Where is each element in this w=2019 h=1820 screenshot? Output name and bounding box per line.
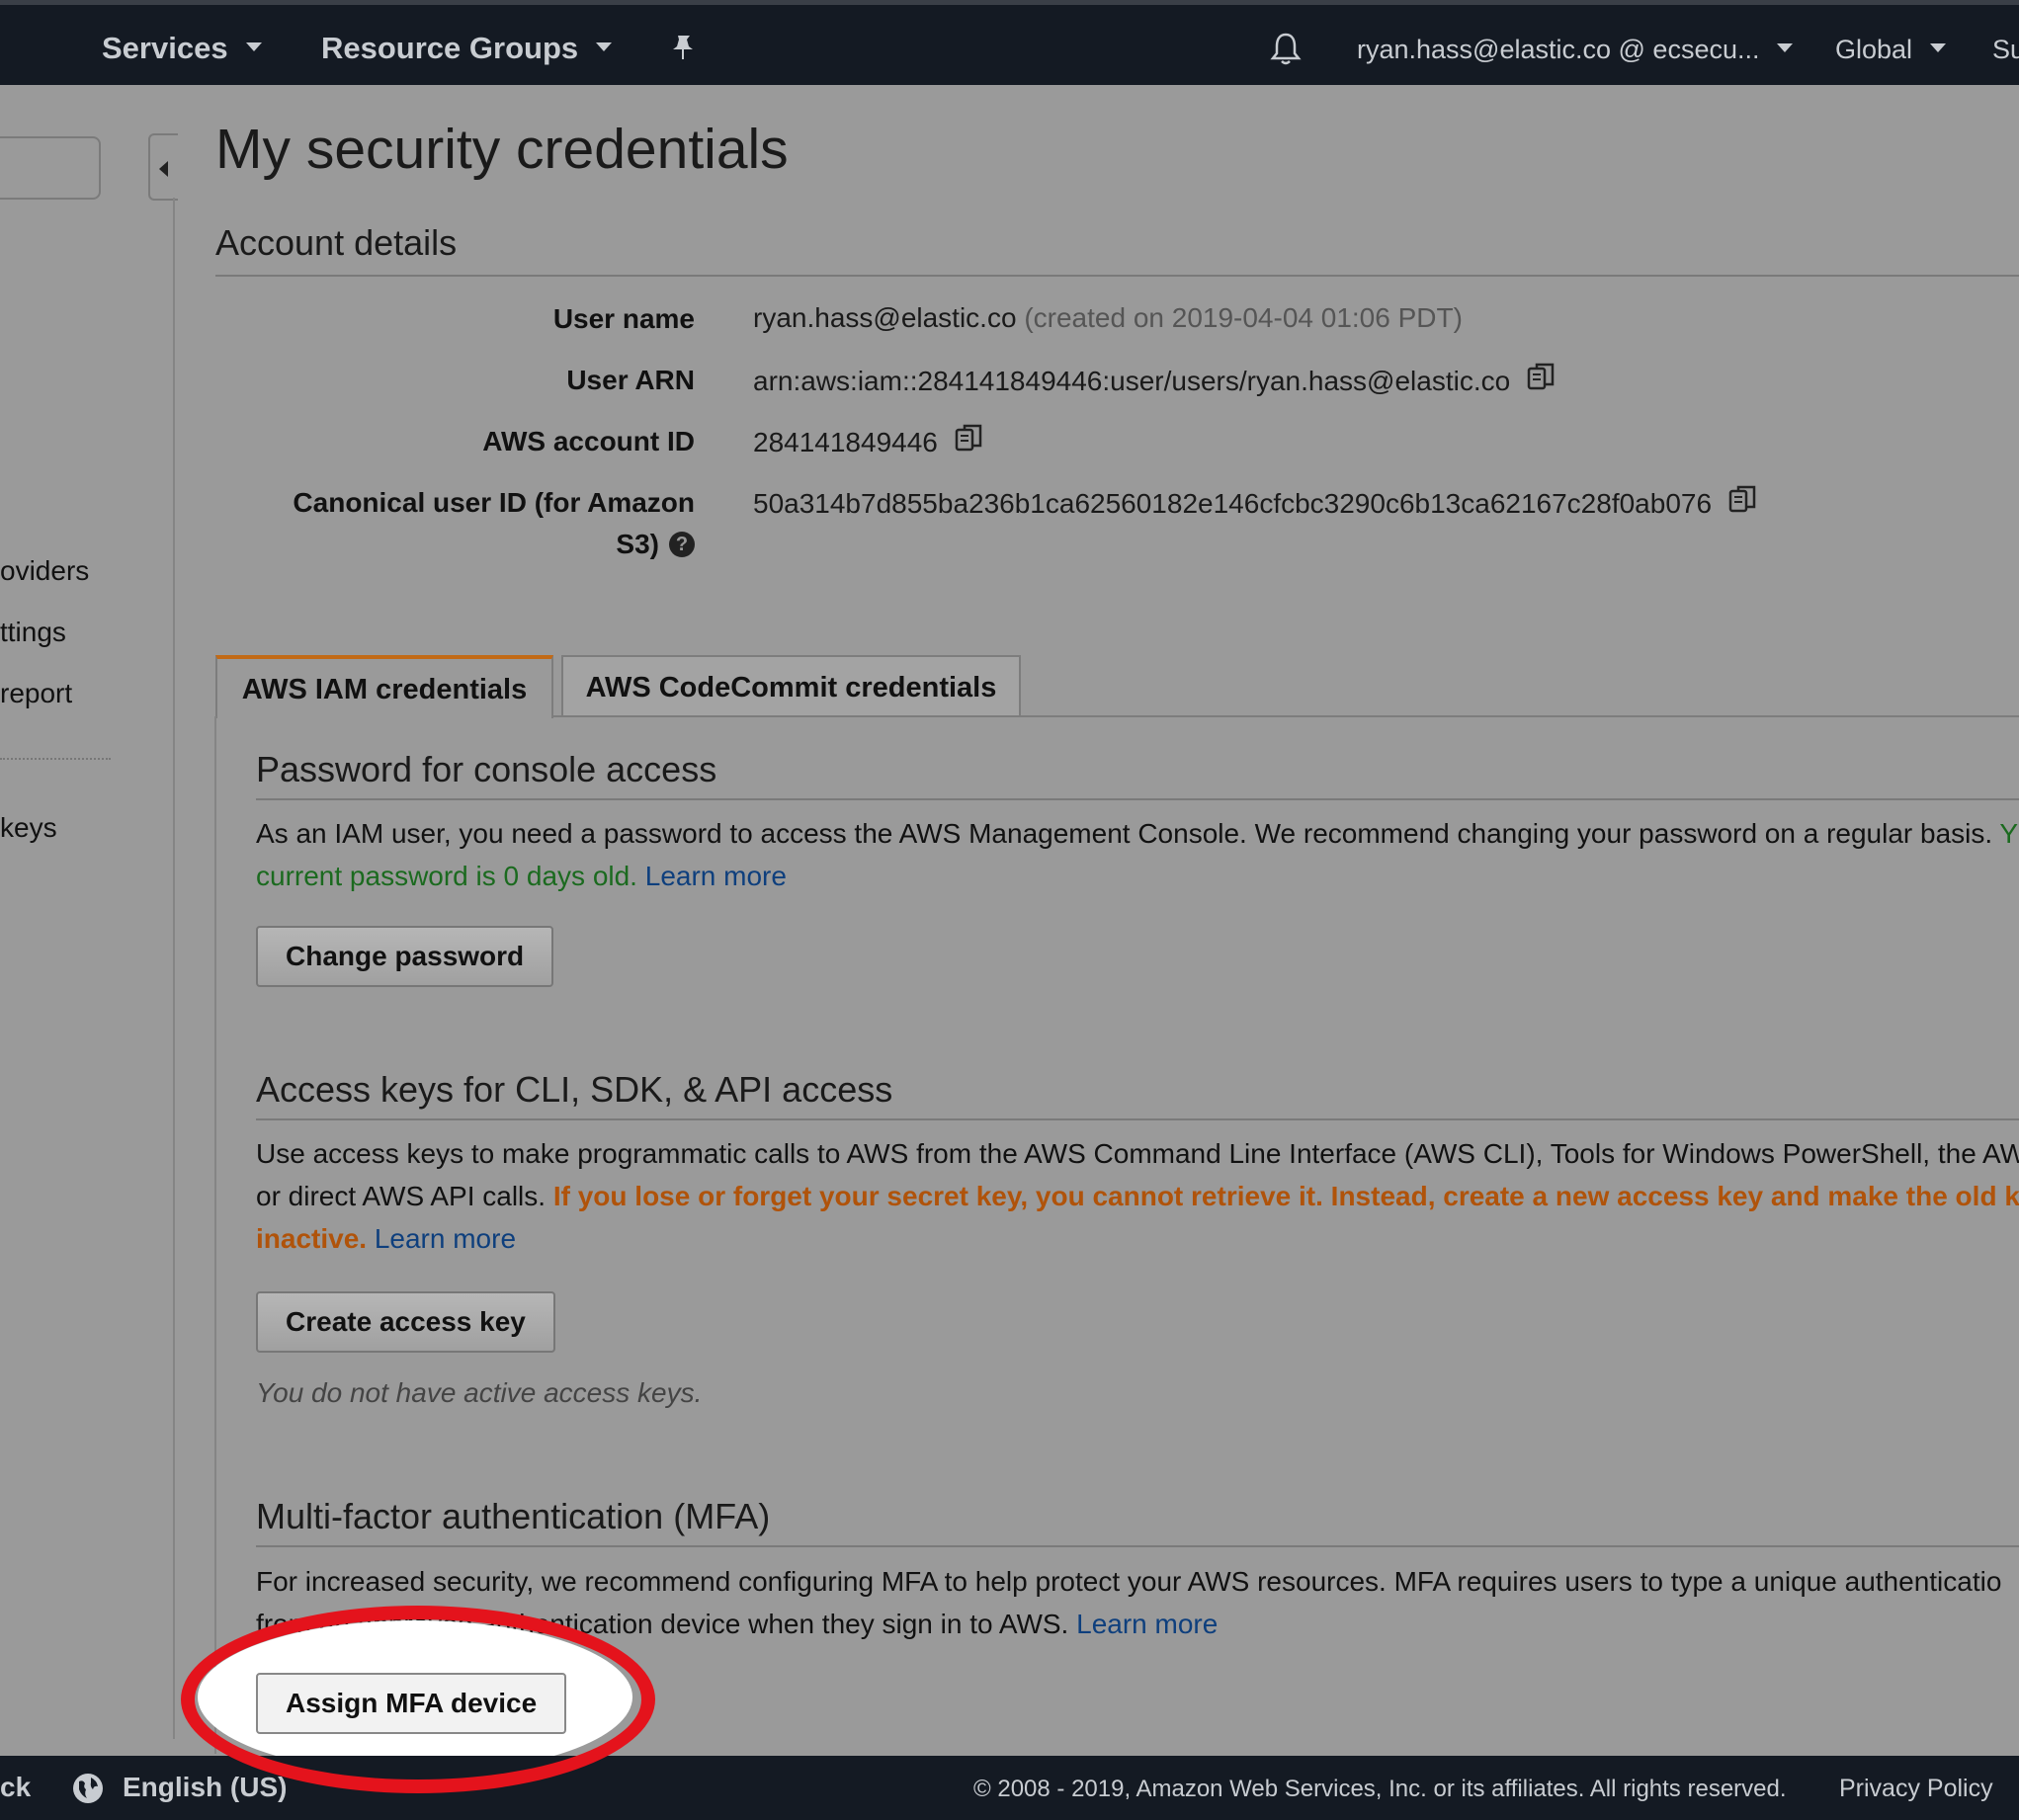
services-label: Services (102, 31, 228, 65)
password-description: As an IAM user, you need a password to a… (256, 812, 2019, 897)
copyright-text: © 2008 - 2019, Amazon Web Services, Inc.… (973, 1776, 1787, 1802)
pin-icon[interactable] (668, 33, 698, 67)
account-menu[interactable]: ryan.hass@elastic.co @ ecsecu... (1357, 35, 1794, 65)
create-access-key-button[interactable]: Create access key (256, 1291, 555, 1353)
account-id-text: 284141849446 (753, 426, 938, 457)
chevron-down-icon (245, 42, 262, 52)
sidebar-item-encryption-keys[interactable]: keys (0, 812, 57, 844)
globe-icon (71, 1772, 105, 1810)
tabs-divider (553, 715, 2019, 717)
bell-icon[interactable] (1268, 31, 1304, 71)
sidebar-item-account-settings[interactable]: ttings (0, 617, 66, 648)
access-keys-text-2: or direct AWS API calls. (256, 1181, 547, 1211)
highlight-ring (181, 1606, 655, 1793)
language-selector[interactable]: English (US) (123, 1772, 287, 1803)
top-navigation-bar: Services Resource Groups ryan.hass@elast… (0, 0, 2019, 85)
tab-iam-credentials[interactable]: AWS IAM credentials (215, 655, 553, 718)
page-title: My security credentials (215, 118, 789, 181)
user-arn-label: User ARN (566, 365, 695, 395)
copy-icon[interactable] (954, 422, 985, 460)
access-keys-warning: If you lose or forget your secret key, y… (552, 1181, 2019, 1211)
copy-icon[interactable] (1727, 483, 1759, 522)
user-arn-text: arn:aws:iam::284141849446:user/users/rya… (753, 365, 1511, 396)
access-keys-divider (256, 1118, 2019, 1120)
support-label: Su (1992, 35, 2019, 64)
support-menu[interactable]: Su (1992, 35, 2019, 65)
resource-groups-label: Resource Groups (321, 31, 579, 65)
change-password-button[interactable]: Change password (256, 926, 554, 987)
sidebar-item-identity-providers[interactable]: oviders (0, 555, 89, 587)
sidebar-search-box[interactable] (0, 136, 101, 200)
canonical-id-value: 50a314b7d855ba236b1ca62560182e146cfcbc32… (753, 483, 1759, 525)
sidebar-separator (0, 758, 111, 760)
tab-panel-border (214, 716, 216, 1754)
chevron-down-icon (1777, 43, 1794, 53)
password-divider (256, 798, 2019, 800)
services-menu[interactable]: Services (102, 31, 262, 66)
password-heading: Password for console access (256, 749, 717, 789)
sidebar-item-credential-report[interactable]: report (0, 678, 72, 709)
user-name-label: User name (552, 303, 695, 334)
collapse-sidebar-icon[interactable] (148, 133, 178, 201)
access-keys-description: Use access keys to make programmatic cal… (256, 1132, 2019, 1260)
chevron-down-icon (596, 42, 613, 52)
copy-icon[interactable] (1526, 361, 1557, 399)
sidebar-divider (173, 198, 175, 1739)
tab-codecommit-credentials[interactable]: AWS CodeCommit credentials (561, 655, 1021, 716)
user-name-value: ryan.hass@elastic.co (created on 2019-04… (753, 302, 1463, 334)
region-label: Global (1835, 35, 1913, 64)
mfa-divider (256, 1545, 2019, 1547)
section-divider (215, 275, 2019, 277)
canonical-id-label-s3: S3) (616, 529, 659, 559)
user-created-text: (created on 2019-04-04 01:06 PDT) (1024, 302, 1463, 333)
account-id-label: AWS account ID (482, 426, 695, 456)
account-details-heading: Account details (215, 222, 458, 263)
no-access-keys-note: You do not have active access keys. (256, 1377, 703, 1408)
feedback-link[interactable]: ck (0, 1772, 31, 1803)
access-keys-text-1: Use access keys to make programmatic cal… (256, 1138, 2019, 1169)
access-keys-heading: Access keys for CLI, SDK, & API access (256, 1069, 893, 1110)
mfa-heading: Multi-factor authentication (MFA) (256, 1496, 771, 1536)
password-age-text: current password is 0 days old. (256, 861, 637, 891)
access-keys-warning-end: inactive. (256, 1223, 368, 1254)
access-keys-learn-more-link[interactable]: Learn more (375, 1223, 516, 1254)
canonical-id-label-line2: S3)? (616, 529, 695, 560)
canonical-id-text: 50a314b7d855ba236b1ca62560182e146cfcbc32… (753, 487, 1713, 519)
privacy-policy-link[interactable]: Privacy Policy (1839, 1775, 1993, 1803)
user-name-text: ryan.hass@elastic.co (753, 302, 1017, 333)
help-icon[interactable]: ? (669, 531, 695, 557)
user-arn-value: arn:aws:iam::284141849446:user/users/rya… (753, 361, 1557, 402)
password-text: As an IAM user, you need a password to a… (256, 818, 1993, 849)
account-id-value: 284141849446 (753, 422, 985, 463)
mfa-learn-more-link[interactable]: Learn more (1076, 1609, 1218, 1639)
region-menu[interactable]: Global (1835, 35, 1947, 65)
chevron-down-icon (1930, 43, 1947, 53)
password-learn-more-link[interactable]: Learn more (645, 861, 787, 891)
password-age-start: Y (1992, 818, 2019, 849)
mfa-text-1: For increased security, we recommend con… (256, 1566, 2002, 1597)
resource-groups-menu[interactable]: Resource Groups (321, 31, 613, 66)
account-label: ryan.hass@elastic.co @ ecsecu... (1357, 35, 1760, 64)
canonical-id-label-line1: Canonical user ID (for Amazon (293, 487, 695, 518)
